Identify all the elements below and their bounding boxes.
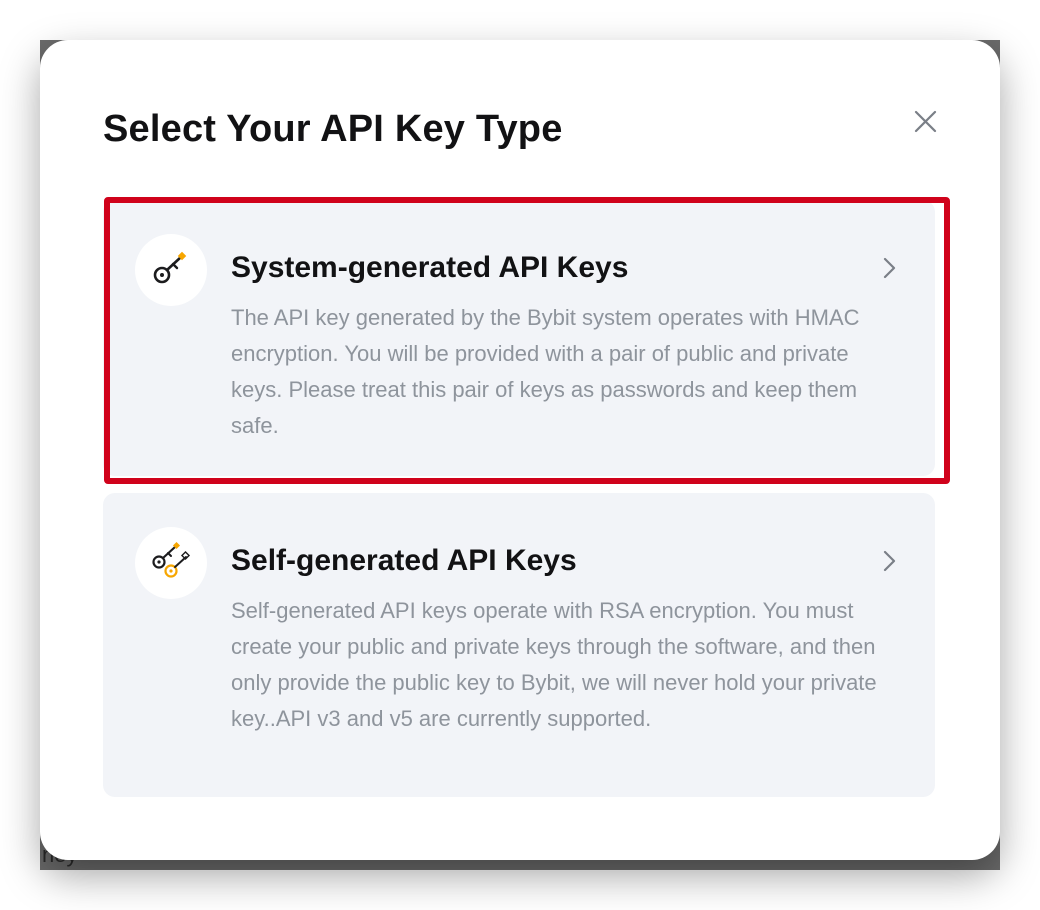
key-icon [135,234,207,306]
chevron-right-icon [883,550,896,572]
chevron-right-icon [883,257,896,279]
api-key-type-modal: Select Your API Key Type System-generate… [40,40,1000,860]
option-self-generated[interactable]: Self-generated API Keys Self-generated A… [103,493,935,797]
option-description: Self-generated API keys operate with RSA… [231,598,877,731]
modal-title: Select Your API Key Type [103,108,563,150]
key-pair-icon [135,527,207,599]
option-description: The API key generated by the Bybit syste… [231,305,860,438]
option-title: System-generated API Keys [231,251,629,284]
close-button[interactable] [906,104,944,142]
option-title: Self-generated API Keys [231,544,577,577]
close-icon [914,110,937,133]
option-system-generated[interactable]: System-generated API Keys The API key ge… [103,200,935,476]
